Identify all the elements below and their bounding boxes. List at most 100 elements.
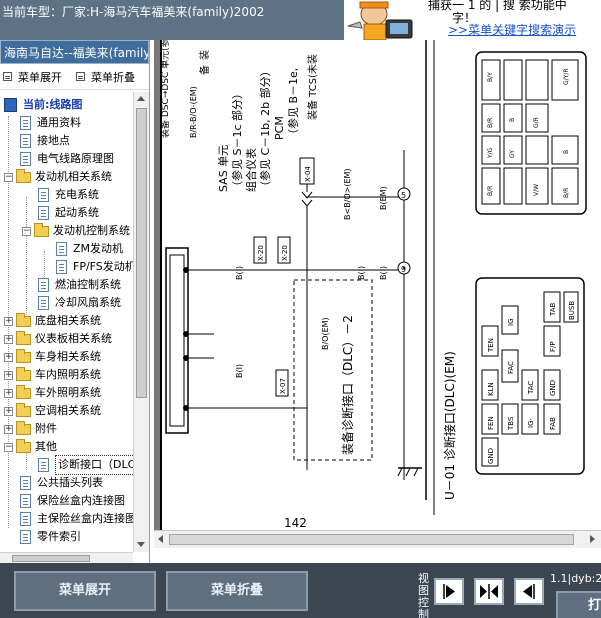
tree-item-accessories[interactable]: + 附件 xyxy=(4,420,57,438)
expand-toggle-icon[interactable]: + xyxy=(4,370,13,380)
tree-item-engine-systems[interactable]: − 发动机相关系统 xyxy=(4,168,112,186)
tree-item-general[interactable]: 通用资料 xyxy=(20,114,81,132)
tree-item-label: 起动系统 xyxy=(55,206,99,219)
document-icon xyxy=(20,152,31,166)
document-icon xyxy=(20,116,31,130)
tree-vertical-scrollbar[interactable] xyxy=(133,92,149,552)
tree-item-main-fuse-box[interactable]: 主保险丝盒内连接图 xyxy=(20,510,133,528)
tree-item-air-conditioning[interactable]: + 空调相关系统 xyxy=(4,402,101,420)
expand-toggle-icon[interactable]: + xyxy=(4,316,13,326)
tree-item-label: 仪表板相关系统 xyxy=(35,332,112,345)
menu-collapse-button[interactable]: 菜单折叠 xyxy=(166,571,308,611)
tree-item-parts-index[interactable]: 零件索引 xyxy=(20,528,81,546)
pin-label: B/R xyxy=(487,118,494,128)
pin-label: IG xyxy=(507,319,515,327)
scroll-thumb[interactable] xyxy=(136,108,147,398)
tree-item-label: 主保险丝盒内连接图 xyxy=(37,512,133,525)
tree-item-zm-engine[interactable]: ZM发动机 xyxy=(56,240,123,258)
previous-page-button[interactable] xyxy=(514,578,544,605)
tree-item-label: 车内照明系统 xyxy=(35,368,101,381)
tree-item-label: ZM发动机 xyxy=(73,242,124,255)
tree-item-instrument-panel[interactable]: + 仪表板相关系统 xyxy=(4,330,112,348)
pin-label: GY xyxy=(509,150,516,158)
pin-label: FAC xyxy=(507,361,515,374)
next-page-button[interactable] xyxy=(434,578,464,605)
pin-label: KLN xyxy=(487,382,495,396)
mascot-icon xyxy=(344,0,420,40)
scroll-up-icon[interactable] xyxy=(137,96,145,101)
folder-icon xyxy=(16,420,31,435)
tree-item-wiring-principles[interactable]: 电气线路原理图 xyxy=(20,150,114,168)
expand-toggle-icon[interactable]: + xyxy=(4,388,13,398)
sas-ref-label: （参见 S－1c 部分） xyxy=(230,88,244,192)
tree-item-ground-points[interactable]: 接地点 xyxy=(20,132,70,150)
wiring-diagram[interactable]: 装备 DSC→DSC 单元(参 B/R-B/O-(EM) 装 备 SAS 单元 … xyxy=(154,40,601,530)
fit-page-button[interactable] xyxy=(474,578,504,605)
scroll-down-icon[interactable] xyxy=(137,542,145,547)
tree-item-chassis[interactable]: + 底盘相关系统 xyxy=(4,312,101,330)
page-number: 142 xyxy=(284,516,307,530)
wiring-diagram-viewer[interactable]: 装备 DSC→DSC 单元(参 B/R-B/O-(EM) 装 备 SAS 单元 … xyxy=(154,40,601,563)
toolbar-expand-button[interactable]: 菜单展开 xyxy=(3,69,62,85)
tree-item-starting[interactable]: 起动系统 xyxy=(38,204,99,222)
expand-toggle-icon[interactable]: + xyxy=(4,406,13,416)
pin-label: B/Y xyxy=(487,72,494,82)
sas-unit-label: SAS 单元 xyxy=(217,145,230,192)
tree-item-dlc[interactable]: 诊断接口（DLC） xyxy=(38,455,133,475)
tree-item-label: 诊断接口（DLC） xyxy=(55,455,133,475)
tree-item-label: 空调相关系统 xyxy=(35,404,101,417)
expand-toggle-icon[interactable]: + xyxy=(4,352,13,362)
collapse-toggle-icon[interactable]: − xyxy=(22,226,31,236)
tree-item-label: 车身相关系统 xyxy=(35,350,101,363)
pin-label: TEN xyxy=(487,338,495,353)
wire-label-b: B(I) xyxy=(235,364,244,378)
tree-item-fp-fs-engine[interactable]: FP/FS发动机 xyxy=(56,258,133,276)
tree-item-interior-lighting[interactable]: + 车内照明系统 xyxy=(4,366,101,384)
tree-item-label: 发动机控制系统 xyxy=(53,224,130,237)
scroll-thumb[interactable] xyxy=(169,534,574,545)
menu-expand-button[interactable]: 菜单展开 xyxy=(14,571,156,611)
tree-item-fuse-box-connections[interactable]: 保险丝盒内连接图 xyxy=(20,492,125,510)
print-button[interactable]: 打 xyxy=(556,591,601,618)
tree-item-label: 燃油控制系统 xyxy=(55,278,121,291)
ad-banner[interactable]: 捕获一 1 的 | 搜 索功能中 字！ >>菜单关键字搜索演示 xyxy=(344,0,601,40)
collapse-toggle-icon[interactable]: − xyxy=(4,172,13,182)
toolbar-collapse-button[interactable]: 菜单折叠 xyxy=(76,69,135,85)
collapse-toggle-icon[interactable]: − xyxy=(4,442,13,452)
tree-item-other[interactable]: − 其他 xyxy=(4,438,57,456)
tree-item-label: 充电系统 xyxy=(55,188,99,201)
pin-label: TAB xyxy=(549,302,557,317)
document-icon xyxy=(20,134,31,148)
vehicle-title: 当前车型：厂家:H-海马汽车福美来(family)2002 xyxy=(2,5,265,19)
scroll-left-icon[interactable] xyxy=(158,535,163,543)
scroll-thumb[interactable] xyxy=(12,555,90,562)
status-text: 1.1|dyb:2 xyxy=(550,572,601,585)
tree-item-label: 接地点 xyxy=(37,134,70,147)
tree-item-engine-control[interactable]: − 发动机控制系统 xyxy=(22,222,130,240)
tree-item-label: 底盘相关系统 xyxy=(35,314,101,327)
tree-item-common-connectors[interactable]: 公共插头列表 xyxy=(20,474,103,492)
scroll-right-icon[interactable] xyxy=(590,535,595,543)
play-right-icon xyxy=(443,584,455,599)
pin-label: G/R xyxy=(533,117,540,128)
expand-toggle-icon[interactable]: + xyxy=(4,334,13,344)
tree-item-exterior-lighting[interactable]: + 车外照明系统 xyxy=(4,384,101,402)
tree-horizontal-scrollbar[interactable] xyxy=(0,552,133,563)
tree-item-charging[interactable]: 充电系统 xyxy=(38,186,99,204)
node-label: 5 xyxy=(401,191,406,200)
menu-panel: 海南马自达--福美来(family) 菜单展开 菜单折叠 当前:线路图 通用资料… xyxy=(0,40,150,563)
expand-toggle-icon[interactable]: + xyxy=(4,424,13,434)
toolbar-collapse-label: 菜单折叠 xyxy=(91,70,135,84)
diagram-horizontal-scrollbar[interactable] xyxy=(154,530,601,548)
search-demo-link[interactable]: >>菜单关键字搜索演示 xyxy=(448,21,576,38)
pcm-ref-label: （参见 B－1e, xyxy=(286,68,300,140)
tree-root-label: 当前:线路图 xyxy=(23,98,83,111)
tree-item-cooling-fan[interactable]: 冷却风扇系统 xyxy=(38,294,121,312)
wire-label-b-em: B(EM) xyxy=(379,186,388,210)
tree-item-body[interactable]: + 车身相关系统 xyxy=(4,348,101,366)
diagram-wire-label: B/R-B/O-(EM) xyxy=(189,86,198,138)
document-icon xyxy=(38,188,49,202)
tree-item-fuel-control[interactable]: 燃油控制系统 xyxy=(38,276,121,294)
menu-tree: 当前:线路图 通用资料 接地点 电气线路原理图 − 发动机相关系统 充电系统 起… xyxy=(0,92,133,552)
tree-root[interactable]: 当前:线路图 xyxy=(4,96,82,114)
